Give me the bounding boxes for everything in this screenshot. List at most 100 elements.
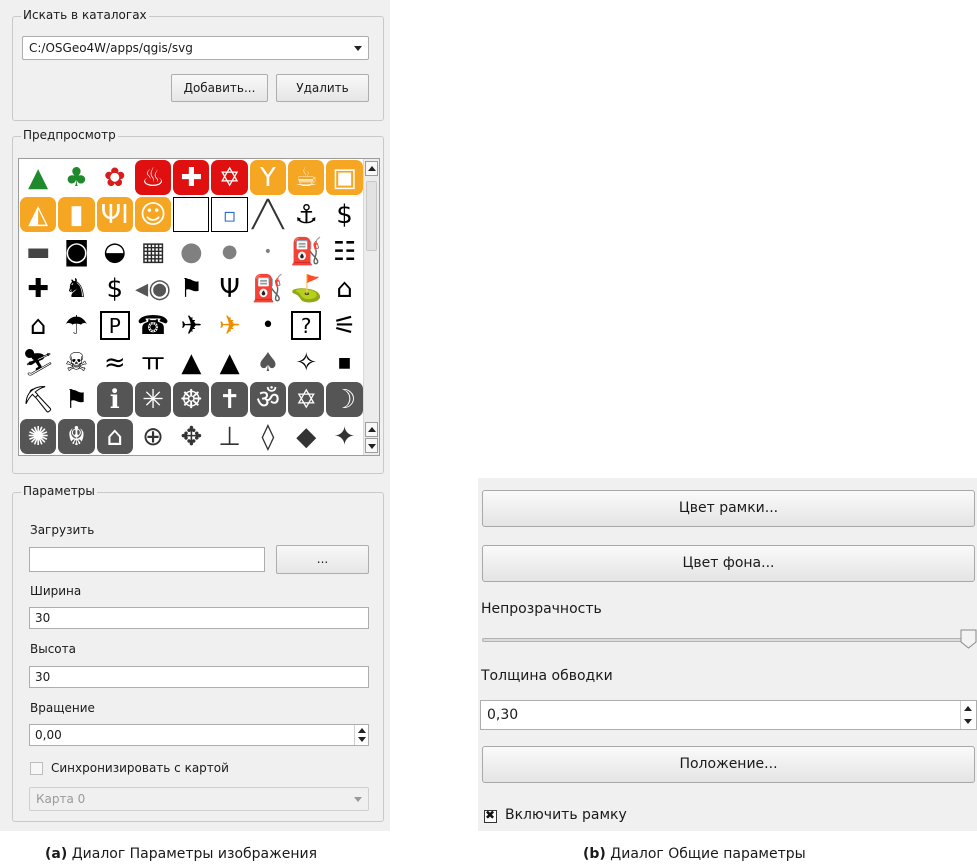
- position-button[interactable]: Положение...: [482, 746, 975, 783]
- fork-knife-icon[interactable]: Ψ: [210, 270, 248, 307]
- fish-icon[interactable]: ◂◉: [134, 270, 172, 307]
- small-square-icon[interactable]: ▫: [211, 197, 248, 232]
- car-icon[interactable]: ◒: [96, 233, 134, 270]
- remove-directory-button[interactable]: Удалить: [276, 74, 369, 102]
- flower-icon[interactable]: ✿: [96, 159, 134, 196]
- pizza-icon[interactable]: ◭: [20, 197, 57, 232]
- parking-icon[interactable]: P: [99, 311, 130, 340]
- opacity-slider[interactable]: [482, 638, 972, 642]
- crescent-icon[interactable]: ☽: [326, 382, 363, 417]
- slider-handle-icon[interactable]: [960, 629, 977, 649]
- house-icon[interactable]: ⌂: [19, 307, 57, 344]
- tent-icon[interactable]: ▲: [172, 344, 210, 381]
- sync-with-map-checkbox[interactable]: [30, 762, 43, 775]
- rotation-spinbox[interactable]: 0,00: [29, 724, 369, 746]
- tree-deciduous-icon[interactable]: ♣: [57, 159, 95, 196]
- dharma-wheel-icon[interactable]: ☸: [173, 382, 210, 417]
- restaurant-icon[interactable]: ΨI: [96, 197, 133, 232]
- bread-icon[interactable]: ▮: [58, 197, 95, 232]
- camping-icon[interactable]: ▲: [210, 344, 248, 381]
- first-aid-icon[interactable]: ✚: [173, 160, 210, 195]
- airport-icon[interactable]: ✈: [172, 307, 210, 344]
- golf-icon[interactable]: ⛳: [287, 270, 325, 307]
- star-of-david-icon[interactable]: ✡: [288, 382, 325, 417]
- north-arrow-diamond-icon[interactable]: ◊: [249, 418, 287, 455]
- fire-icon[interactable]: ♨: [134, 160, 172, 195]
- large-circle-icon[interactable]: ●: [172, 233, 210, 270]
- catalog-path-select[interactable]: C:/OSGeo4W/apps/qgis/svg: [22, 36, 369, 60]
- hut-icon[interactable]: ⌂: [325, 270, 363, 307]
- line-icon[interactable]: ╱╲: [249, 196, 287, 233]
- toilets-icon[interactable]: ☷: [325, 233, 363, 270]
- cup-icon[interactable]: ☕: [288, 160, 325, 195]
- hospital-cross-icon[interactable]: ✚: [19, 270, 57, 307]
- om-icon[interactable]: ॐ: [249, 382, 287, 417]
- load-path-input[interactable]: [29, 547, 265, 572]
- height-input[interactable]: 30: [29, 666, 369, 688]
- north-arrow-diamond2-icon[interactable]: ◆: [287, 418, 325, 455]
- add-directory-button[interactable]: Добавить...: [171, 74, 268, 102]
- ski-icon[interactable]: ⛷: [19, 344, 57, 381]
- dollar-bold-icon[interactable]: $: [96, 270, 134, 307]
- info-icon[interactable]: ℹ: [96, 382, 133, 417]
- symbol-preview-list[interactable]: ▲ ♣ ✿ ♨ ✚ ✡ Y ☕ ▣ ◭ ▮ ΨI ☺ ▫ ╱╲ ⚓ $ ▬ ◙ ◒ ▦ ● ● • ⛽ ☷ ✚ ♞ $ ◂◉ ⚑ Ψ ⛽ ⛳ ⌂ ⌂ ☂…: [18, 158, 380, 456]
- spin-arrows-icon[interactable]: [960, 701, 976, 729]
- gas-pump-icon[interactable]: ⛽: [249, 270, 287, 307]
- north-arrow-cross-icon[interactable]: ✦: [325, 418, 363, 455]
- swimming-icon[interactable]: ≈: [96, 344, 134, 381]
- deer-icon[interactable]: ♞: [57, 270, 95, 307]
- camera-icon[interactable]: ◙: [57, 233, 95, 270]
- flag-icon[interactable]: ⚑: [57, 381, 95, 418]
- frame-color-button[interactable]: Цвет рамки...: [482, 490, 975, 527]
- picnic-icon[interactable]: ㅠ: [134, 344, 172, 381]
- small-circle-icon[interactable]: •: [249, 233, 287, 270]
- airfield-icon[interactable]: ✈: [210, 307, 248, 344]
- flag-small-icon[interactable]: ⚑: [172, 270, 210, 307]
- spin-arrows-icon[interactable]: [354, 725, 368, 745]
- telephone-icon[interactable]: ☎: [134, 307, 172, 344]
- cocktail-icon[interactable]: Y: [249, 160, 287, 195]
- blank-square-icon[interactable]: [173, 197, 210, 232]
- religion-icon[interactable]: ✳: [134, 382, 172, 417]
- parachute-icon[interactable]: ☂: [57, 307, 95, 344]
- knife-icon[interactable]: ▬: [19, 233, 57, 270]
- browse-button[interactable]: ...: [276, 545, 369, 574]
- enable-frame-checkbox[interactable]: [484, 808, 497, 823]
- museum-icon[interactable]: ⌂: [96, 419, 133, 454]
- north-arrow-l-icon[interactable]: ⊥: [210, 418, 248, 455]
- mine-icon[interactable]: ⛏: [19, 381, 57, 418]
- shipwreck-icon[interactable]: ⚟: [325, 307, 363, 344]
- christian-cross-icon[interactable]: ✝: [211, 382, 248, 417]
- hiking-icon[interactable]: ✧: [287, 344, 325, 381]
- small-square-black-icon[interactable]: ■: [325, 344, 363, 381]
- scroll-up-button[interactable]: [365, 161, 378, 176]
- scrollbar-thumb[interactable]: [366, 181, 377, 251]
- medium-circle-icon[interactable]: ●: [210, 233, 248, 270]
- width-input[interactable]: 30: [29, 607, 369, 629]
- stroke-width-spinbox[interactable]: 0,30: [480, 700, 977, 730]
- preview-scrollbar[interactable]: [363, 159, 379, 455]
- background-color-button[interactable]: Цвет фона...: [482, 545, 975, 582]
- forest-icon[interactable]: ♠: [249, 344, 287, 381]
- scroll-up-button-bottom[interactable]: [365, 422, 378, 437]
- dot-icon[interactable]: •: [249, 307, 287, 344]
- anchor-icon[interactable]: ⚓: [287, 196, 325, 233]
- north-arrow-compass-icon[interactable]: ✥: [172, 418, 210, 455]
- khanda-icon[interactable]: ☬: [58, 419, 95, 454]
- tree-conifer-icon[interactable]: ▲: [19, 159, 57, 196]
- north-arrow-angle-icon[interactable]: ⟂: [19, 455, 57, 456]
- building-icon[interactable]: ▦: [134, 233, 172, 270]
- dollar-icon[interactable]: $: [325, 196, 363, 233]
- ice-cream-icon[interactable]: ☺: [134, 197, 172, 232]
- film-icon[interactable]: ▣: [326, 160, 363, 195]
- caption-b-text: Диалог Общие параметры: [610, 846, 806, 862]
- height-value: 30: [35, 670, 51, 684]
- star-of-david-red-icon[interactable]: ✡: [211, 160, 248, 195]
- scroll-down-button[interactable]: [365, 438, 378, 453]
- fuel-icon[interactable]: ⛽: [287, 233, 325, 270]
- compass-rose-icon[interactable]: ⊕: [134, 418, 172, 455]
- bahai-icon[interactable]: ✺: [20, 419, 57, 454]
- question-icon[interactable]: ?: [291, 311, 322, 340]
- skull-icon[interactable]: ☠: [57, 344, 95, 381]
- map-select[interactable]: Карта 0: [29, 787, 369, 811]
